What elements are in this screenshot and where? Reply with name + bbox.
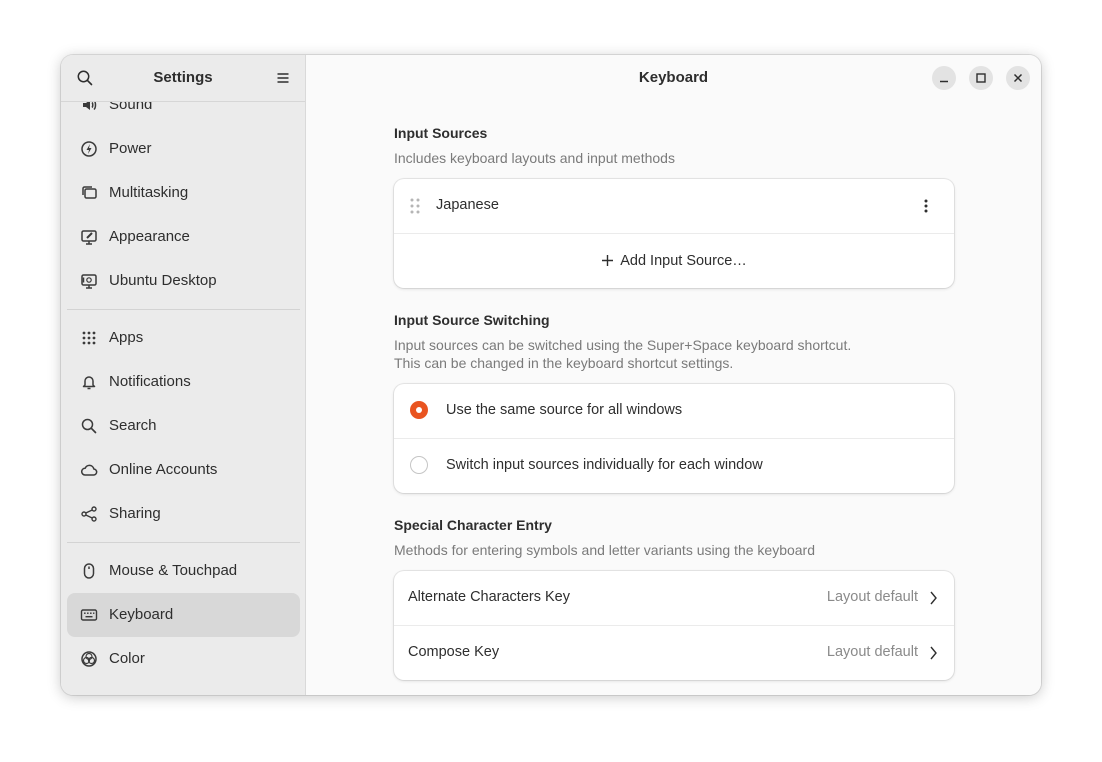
search-icon [81, 418, 97, 434]
color-icon [81, 651, 97, 667]
page-title: Keyboard [638, 69, 709, 86]
compose-key-label: Compose Key [408, 644, 500, 660]
chevron-right-icon [930, 646, 937, 660]
sidebar-divider [67, 542, 300, 543]
input-sources-heading: Input Sources [394, 125, 488, 141]
apps-grid-icon [82, 331, 96, 345]
sidebar-item-keyboard[interactable]: Keyboard [67, 593, 300, 637]
maximize-button[interactable] [969, 66, 993, 90]
input-sources-description: Includes keyboard layouts and input meth… [394, 150, 675, 166]
sidebar-item-sharing[interactable]: Sharing [67, 492, 300, 536]
special-character-description: Methods for entering symbols and letter … [394, 542, 816, 558]
settings-window: Sound Power Multitasking Appearance Ubun… [61, 55, 1041, 695]
sidebar-item-label: Appearance [109, 228, 190, 245]
compose-key-value: Layout default [826, 644, 918, 660]
sidebar-item-label: Mouse & Touchpad [109, 562, 238, 579]
input-source-label: Japanese [436, 197, 499, 213]
sidebar-item-label: Notifications [109, 373, 191, 390]
plus-icon [602, 255, 614, 266]
drag-handle-icon[interactable] [409, 197, 421, 215]
sidebar-item-appearance[interactable]: Appearance [67, 215, 300, 259]
add-input-source-content: Add Input Source… [394, 252, 954, 270]
close-button[interactable] [1006, 66, 1030, 90]
radio-selected[interactable] [410, 401, 428, 419]
ubuntu-desktop-icon [81, 274, 97, 289]
multitasking-icon [82, 186, 97, 199]
hamburger-menu-icon[interactable] [273, 68, 293, 88]
power-icon [81, 141, 97, 157]
sidebar-divider [67, 309, 300, 310]
switching-options-card: Use the same source for all windows Swit… [394, 384, 954, 493]
close-icon [1013, 73, 1023, 83]
sidebar-item-label: Ubuntu Desktop [109, 272, 217, 289]
sidebar-item-label: Search [109, 417, 157, 434]
sidebar-item-label: Sharing [109, 505, 161, 522]
individual-source-option[interactable]: Switch input sources individually for ea… [394, 439, 954, 493]
special-character-heading: Special Character Entry [394, 517, 552, 533]
sidebar-header: Settings [61, 55, 305, 102]
sidebar-item-label: Apps [109, 329, 144, 346]
same-source-option[interactable]: Use the same source for all windows [394, 384, 954, 439]
bell-icon [82, 376, 96, 390]
alternate-characters-key-row[interactable]: Alternate Characters Key Layout default [394, 571, 954, 626]
maximize-icon [976, 73, 986, 83]
sidebar-item-label: Power [109, 140, 152, 157]
compose-key-row[interactable]: Compose Key Layout default [394, 626, 954, 680]
input-source-switching-description-line1: Input sources can be switched using the … [394, 337, 852, 353]
sidebar-item-power[interactable]: Power [67, 127, 300, 171]
input-source-row[interactable]: Japanese [394, 179, 954, 234]
minimize-icon [940, 80, 948, 83]
sidebar-list[interactable]: Sound Power Multitasking Appearance Ubun… [67, 83, 300, 681]
radio-unselected[interactable] [410, 456, 428, 474]
individual-source-label: Switch input sources individually for ea… [446, 457, 763, 473]
add-input-source-label: Add Input Source… [620, 253, 747, 269]
sidebar: Sound Power Multitasking Appearance Ubun… [61, 55, 306, 695]
main-panel: Keyboard Input Sources Includes keyboard… [306, 55, 1041, 695]
sidebar-item-search[interactable]: Search [67, 404, 300, 448]
same-source-label: Use the same source for all windows [446, 402, 683, 418]
special-character-card: Alternate Characters Key Layout default … [394, 571, 954, 680]
sidebar-item-label: Color [109, 650, 145, 667]
share-icon [81, 506, 97, 522]
input-sources-card: Japanese Add Input Source… [394, 179, 954, 288]
sidebar-item-apps[interactable]: Apps [67, 316, 300, 360]
mouse-icon [83, 563, 95, 579]
sidebar-item-label: Online Accounts [109, 461, 218, 478]
sidebar-item-notifications[interactable]: Notifications [67, 360, 300, 404]
keyboard-icon [80, 609, 98, 621]
sidebar-title: Settings [153, 69, 213, 86]
appearance-icon [81, 230, 97, 245]
alternate-characters-key-value: Layout default [826, 589, 918, 605]
add-input-source-button[interactable]: Add Input Source… [394, 234, 954, 288]
sidebar-item-mouse-touchpad[interactable]: Mouse & Touchpad [67, 549, 300, 593]
sidebar-item-label: Multitasking [109, 184, 189, 201]
cloud-icon [81, 464, 98, 476]
input-source-switching-description-line2: This can be changed in the keyboard shor… [394, 355, 734, 371]
keyboard-settings-content: Input Sources Includes keyboard layouts … [394, 125, 954, 680]
alternate-characters-key-label: Alternate Characters Key [408, 589, 570, 605]
chevron-right-icon [930, 591, 937, 605]
kebab-menu-icon[interactable] [920, 196, 932, 216]
sidebar-item-color[interactable]: Color [67, 637, 300, 681]
sidebar-item-ubuntu-desktop[interactable]: Ubuntu Desktop [67, 259, 300, 303]
sidebar-item-online-accounts[interactable]: Online Accounts [67, 448, 300, 492]
input-source-switching-heading: Input Source Switching [394, 312, 550, 328]
sidebar-item-label: Keyboard [109, 606, 174, 623]
minimize-button[interactable] [932, 66, 956, 90]
sidebar-item-multitasking[interactable]: Multitasking [67, 171, 300, 215]
